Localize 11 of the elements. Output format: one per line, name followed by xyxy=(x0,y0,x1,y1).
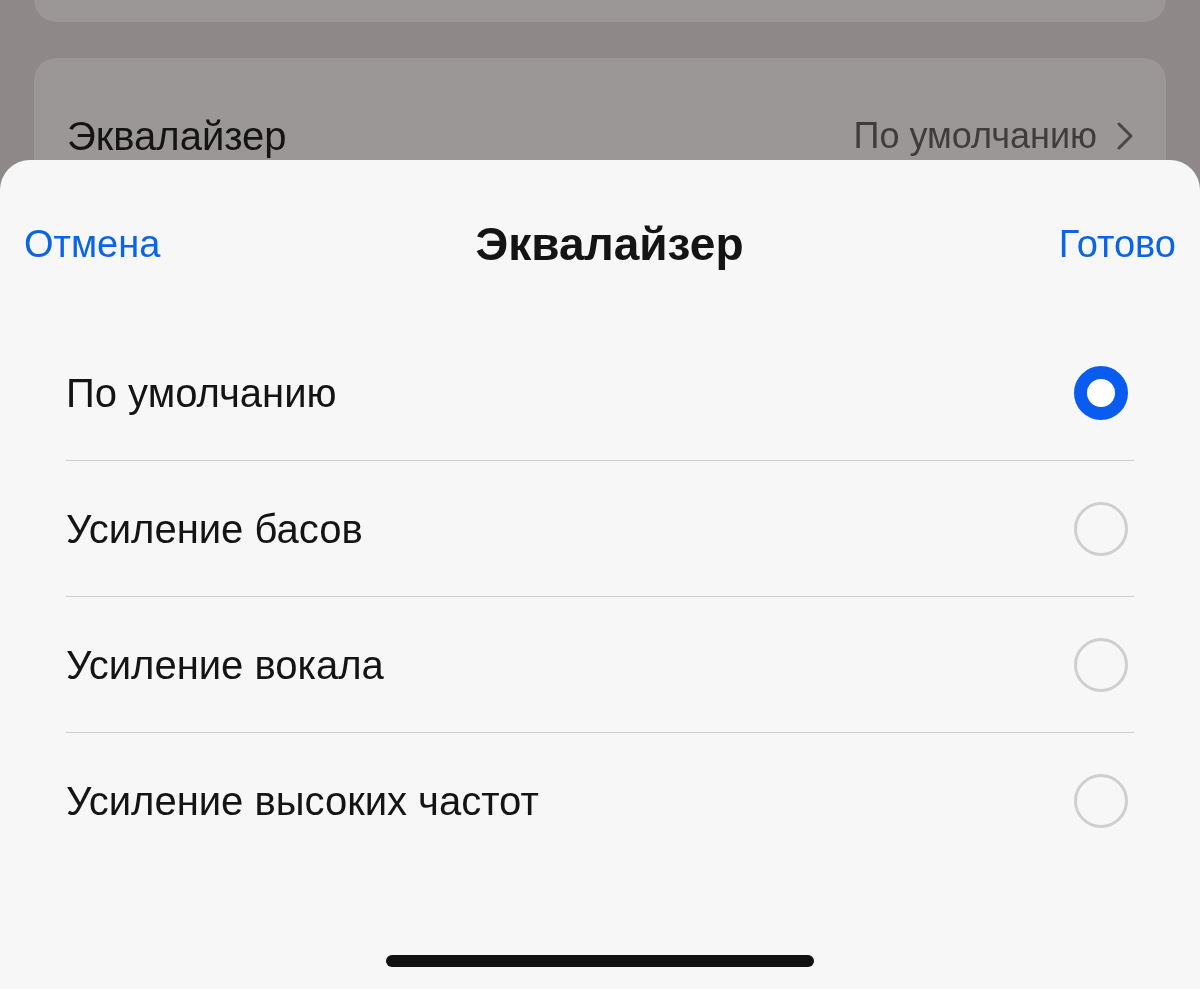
chevron-icon xyxy=(1117,122,1133,150)
sheet-title: Эквалайзер xyxy=(475,216,744,272)
option-row[interactable]: По умолчанию xyxy=(66,325,1134,461)
setting-value: По умолчанию xyxy=(853,114,1097,158)
option-row[interactable]: Усиление басов xyxy=(66,461,1134,597)
option-row[interactable]: Усиление вокала xyxy=(66,597,1134,733)
cancel-button[interactable]: Отмена xyxy=(24,215,161,273)
option-row[interactable]: Усиление высоких частот xyxy=(66,733,1134,869)
radio-button[interactable] xyxy=(1074,365,1128,420)
setting-label: Эквалайзер xyxy=(67,113,287,160)
done-button[interactable]: Готово xyxy=(1058,215,1176,273)
